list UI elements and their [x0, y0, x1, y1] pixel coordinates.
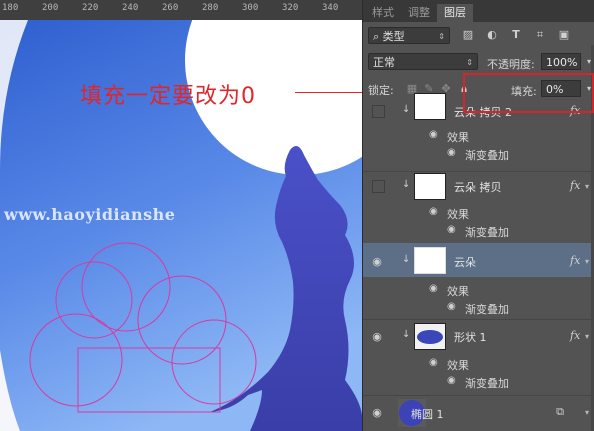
ruler-tick-label: 320 [282, 3, 299, 13]
eye-icon[interactable]: ◉ [447, 375, 456, 386]
layer-name: 形状 1 [454, 331, 487, 344]
layer-thumbnail [414, 247, 446, 274]
ruler-tick-label: 220 [82, 3, 99, 13]
filter-kind-select[interactable]: ⌕ 类型 ⇕ [368, 27, 450, 44]
effects-label: 效果 [447, 208, 469, 221]
tab-layers[interactable]: 图层 [437, 4, 473, 22]
effects-row: ◉ 效果 [363, 357, 594, 375]
effect-row: ◉ 渐变叠加 [363, 224, 594, 242]
blend-row: 正常 ⇕ 不透明度: 100% ▾ [363, 51, 594, 73]
chevron-down-icon[interactable]: ▾ [585, 182, 589, 191]
ruler-tick-label: 300 [242, 3, 259, 13]
eye-icon[interactable]: ◉ [447, 224, 456, 235]
effects-row: ◉ 效果 [363, 283, 594, 301]
filter-type-icon[interactable]: T [509, 28, 523, 42]
effect-name: 渐变叠加 [465, 149, 509, 162]
search-icon: ⌕ [373, 30, 380, 43]
fx-icon[interactable]: fx [570, 254, 580, 267]
layer-thumbnail [414, 93, 446, 120]
clipping-arrow-icon: ↓ [402, 104, 411, 115]
effects-label: 效果 [447, 285, 469, 298]
effect-name: 渐变叠加 [465, 377, 509, 390]
layer-row[interactable]: ↓ 云朵 拷贝 fx ▾ ◉ 效果 ◉ 渐变叠加 [363, 171, 594, 244]
effect-name: 渐变叠加 [465, 226, 509, 239]
visibility-toggle[interactable] [372, 180, 385, 193]
layer-thumbnail [414, 173, 446, 200]
layer-name: 云朵 拷贝 [454, 181, 502, 194]
eye-icon[interactable]: ◉ [447, 147, 456, 158]
effect-row: ◉ 渐变叠加 [363, 375, 594, 393]
layers-panel: 样式 调整 图层 ⌕ 类型 ⇕ ▨ ◐ T ⌗ ▣ 正常 ⇕ 不透明度: 100… [362, 0, 594, 431]
layer-row-selected[interactable]: ◉ ↓ 云朵 fx ▾ ◉ 效果 ◉ 渐变叠加 [363, 243, 594, 320]
ruler-tick-label: 200 [42, 3, 59, 13]
filter-pixel-icon[interactable]: ▨ [461, 28, 475, 42]
clipping-arrow-icon: ↓ [402, 329, 411, 340]
layer-thumbnail [414, 323, 446, 350]
annotation-text: 填充一定要改为0 [80, 84, 256, 109]
smart-object-icon: ⧉ [556, 405, 564, 418]
visibility-toggle[interactable] [372, 105, 385, 118]
filter-adjustment-icon[interactable]: ◐ [485, 28, 499, 42]
ruler-tick-label: 180 [2, 3, 19, 13]
eye-icon[interactable]: ◉ [429, 206, 438, 217]
layer-name: 椭圆 1 [411, 408, 444, 421]
blend-mode-value: 正常 [373, 56, 395, 69]
layer-row[interactable]: ◉ ↓ 形状 1 fx ▾ ◉ 效果 ◉ 渐变叠加 [363, 319, 594, 396]
chevron-down-icon: ⇕ [438, 32, 445, 41]
eye-icon[interactable]: ◉ [429, 357, 438, 368]
ruler-tick-label: 280 [202, 3, 219, 13]
eye-icon[interactable]: ◉ [370, 255, 384, 269]
tab-styles[interactable]: 样式 [365, 4, 401, 22]
filter-smart-object-icon[interactable]: ▣ [557, 28, 571, 42]
layer-row[interactable]: ◉ 椭圆 1 ⧉ ▾ [363, 395, 594, 431]
lock-label: 锁定: [368, 84, 394, 97]
effect-row: ◉ 渐变叠加 [363, 147, 594, 165]
chevron-down-icon[interactable]: ▾ [585, 408, 589, 417]
effects-label: 效果 [447, 131, 469, 144]
effect-name: 渐变叠加 [465, 303, 509, 316]
chevron-down-icon: ⇕ [466, 58, 473, 67]
watermark-text: www.haoyidianshe [4, 205, 176, 224]
effects-row: ◉ 效果 [363, 129, 594, 147]
eye-icon[interactable]: ◉ [429, 283, 438, 294]
eye-icon[interactable]: ◉ [429, 129, 438, 140]
selection-highlight [363, 243, 594, 277]
filter-kind-label: 类型 [382, 30, 405, 43]
panel-tabs: 样式 调整 图层 [363, 0, 594, 22]
document-canvas[interactable]: 180 200 220 240 260 280 300 320 340 www.… [0, 0, 362, 431]
eye-icon[interactable]: ◉ [370, 406, 384, 420]
ruler-tick-label: 240 [122, 3, 139, 13]
eye-icon[interactable]: ◉ [370, 330, 384, 344]
filter-shape-icon[interactable]: ⌗ [533, 28, 547, 42]
effects-label: 效果 [447, 359, 469, 372]
clipping-arrow-icon: ↓ [402, 254, 411, 265]
ruler-tick-label: 260 [162, 3, 179, 13]
effects-row: ◉ 效果 [363, 206, 594, 224]
eye-icon[interactable]: ◉ [447, 301, 456, 312]
effect-row: ◉ 渐变叠加 [363, 301, 594, 319]
opacity-field[interactable]: 100% [541, 53, 581, 70]
clipping-arrow-icon: ↓ [402, 179, 411, 190]
layer-name: 云朵 [454, 256, 476, 269]
chevron-down-icon[interactable]: ▾ [585, 257, 589, 266]
horizontal-ruler: 180 200 220 240 260 280 300 320 340 [0, 0, 362, 21]
fill-highlight-box [463, 73, 594, 113]
tab-adjustments[interactable]: 调整 [401, 4, 437, 22]
chevron-down-icon[interactable]: ▾ [585, 332, 589, 341]
filter-row: ⌕ 类型 ⇕ ▨ ◐ T ⌗ ▣ [363, 24, 594, 46]
fx-icon[interactable]: fx [570, 329, 580, 342]
ruler-tick-label: 340 [322, 3, 339, 13]
blend-mode-select[interactable]: 正常 ⇕ [368, 53, 478, 70]
opacity-label: 不透明度: [487, 58, 535, 71]
fx-icon[interactable]: fx [570, 179, 580, 192]
